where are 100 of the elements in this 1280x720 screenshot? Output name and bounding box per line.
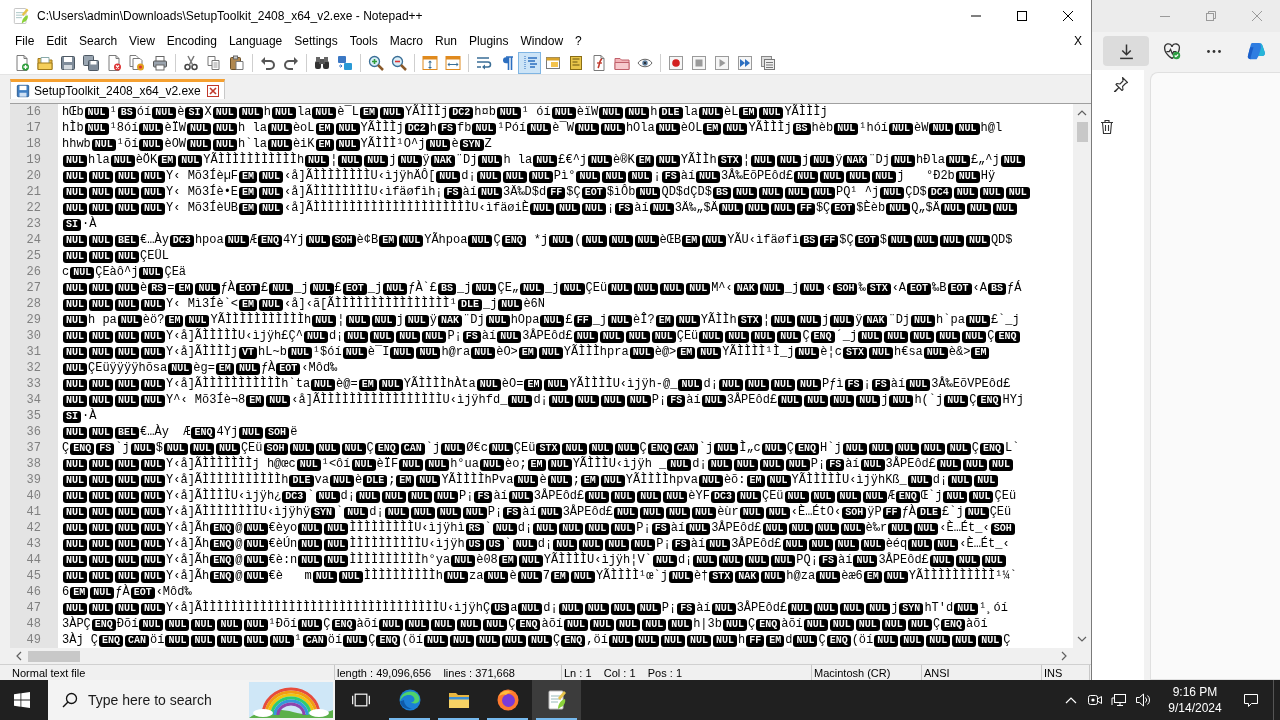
binoculars-icon	[313, 54, 330, 71]
search-icon	[62, 692, 78, 708]
close-icon[interactable]	[206, 84, 219, 97]
document-tab[interactable]: SetupToolkit_2408_x64_v2.exe	[10, 79, 225, 99]
code-line: NUL NUL NUL NUL Y‹å]ÃÌÌÌÌÌU‹ìjÿh£Ç^ NUL d¡ NUL NUL NUL NUL P¡ FS àí NUL 3ÅPEôd£ NUL NUL NUL NUL ÇEü NUL NUL NUL NUL Ç ENQ ´_j NUL NUL NUL NUL NUL Ç ENQ	[58, 328, 1073, 344]
menu-item[interactable]: Language	[222, 32, 289, 50]
zoom-out-icon	[390, 54, 407, 71]
line-number: 45	[25, 568, 42, 584]
code-line: SI ·À	[58, 216, 1073, 232]
fox-globe-icon	[495, 688, 520, 712]
menu-item[interactable]: Run	[429, 32, 464, 50]
replace-icon	[336, 54, 353, 71]
line-number: 47	[25, 600, 42, 616]
printer-icon	[151, 54, 168, 71]
redo-icon	[282, 54, 299, 71]
clock-time: 9:16 PM	[1172, 684, 1218, 700]
menu-item[interactable]: Settings	[288, 32, 344, 50]
menu-item[interactable]: Edit	[40, 32, 74, 50]
code-line: hhwb NUL ¹õí NUL èOW NUL NUL h`la NUL èiK EM NUL YÃÌÌÌ¹O^j NUL è SYN Z	[61, 136, 493, 152]
code-line: NUL NUL NUL NUL Y‹ Mì3Íè`< EM NUL ‹å]‹ã[ÃÌÌÌÌÌÌÌÌÌÌÌÌÌÌÌÌ¹ DLE _j NUL è6N	[58, 296, 1073, 312]
close-documents-icon	[128, 54, 145, 71]
line-number: 44	[25, 552, 42, 568]
search-box[interactable]: Type here to search	[48, 680, 335, 720]
code-line: NUL NUL BEL €…Ày Æ ENQ 4Yj NUL SOH ë	[58, 424, 1073, 440]
code-line: SI ·À	[58, 408, 1073, 424]
line-number: 46	[25, 584, 42, 600]
line-number: 19	[25, 152, 42, 168]
code-line: NUL NUL NUL NUL Y‹å]Ãh ENQ @ NUL €è m NUL NUL ÌÌÌÌÌÌÌÌÌÌh NUL za NUL è NUL 7 EM NUL YÃÌÌÌÌ¹œ`j NUL è† STX NAK NUL h@za NUL èæ6 EM NUL YÃÌÌÌÌÌÌÌÌÌÌ¹¼`	[58, 568, 1073, 584]
browser-toolbar-button[interactable]	[1103, 36, 1149, 66]
code-line: NUL NUL NUL NUL Y‹ Mõ3Íè•E EM NUL ‹å]ÃÌÌÌÌÌÌÌÌU‹ìfäøfìh¡ FS àí NUL 3Ä‰D$d FF $Ç EOT $ìÔb NUL QD$dÇD$ BS NUL NUL NUL NUL PQ¹ ^j NUL ÇD$ DC4 NUL NUL NUL	[58, 184, 1073, 200]
line-number: 23	[25, 216, 42, 232]
menu-item[interactable]: Window	[514, 32, 570, 50]
document-map-icon	[567, 54, 584, 71]
line-number: 38	[25, 456, 42, 472]
indent-guide-icon	[521, 54, 538, 71]
line-number: 37	[25, 440, 42, 456]
line-number: 31	[25, 344, 42, 360]
line-number: 24	[25, 232, 42, 248]
notification-icon[interactable]	[1243, 692, 1259, 708]
code-line: NUL NUL NUL NUL Y‹å]Ãh ENQ @ NUL €èyo NUL NUL ÌÌÌÌÌÌÌÌÌU‹ìjÿhì RS ` NUL d¡ NUL NUL NUL NUL P¡ FS àí NUL 3ÅPEôd£ NUL NUL NUL NUL è‰r NUL NUL ‹È…Ét_‹ SOH	[58, 520, 1073, 536]
menu-item[interactable]: Encoding	[160, 32, 223, 50]
line-number: 21	[25, 184, 42, 200]
line-number: 27	[25, 280, 42, 296]
menu-item[interactable]: Search	[73, 32, 124, 50]
windows-logo-icon	[14, 692, 30, 708]
record-icon	[667, 54, 684, 71]
taskbar-app[interactable]	[532, 680, 581, 720]
scroll-up-icon[interactable]	[1077, 110, 1087, 116]
trash-icon[interactable]	[1099, 119, 1115, 135]
line-number: 30	[25, 328, 42, 344]
code-line: c NUL ÇEàô^j NUL ÇEä	[61, 264, 188, 280]
language-window-icon	[544, 54, 561, 71]
code-line: Ç ENQ FS `j NUL $ NUL NUL NUL ÇEü SOH NUL NUL NUL Ç ENQ CAN `j NUL Ø€c NUL ÇEü STX NUL NUL NUL Ç ENQ CAN `j NUL Ì„c NUL Ç ENQ H`j NUL NUL NUL NUL NUL Ç ENQ L`	[61, 440, 1021, 456]
line-number: 20	[25, 168, 42, 184]
menu-item[interactable]: Macro	[383, 32, 429, 50]
notepad-icon	[11, 5, 31, 26]
code-line: NUL NUL NUL NUL Y^‹ Mõ3Íè¬8 EM NUL ‹å]ÃÌÌÌÌÌÌÌÌÌÌÌÌÌÌÌÌÌU‹ìjÿhfd_ NUL d¡ NUL NUL NUL NUL P¡ FS àí NUL 3ÅPEôd£ NUL NUL NUL NUL j NUL h(`j NUL Ç ENQ HYj	[58, 392, 1073, 408]
line-number: 35	[25, 408, 42, 424]
code-line: NUL NUL NUL NUL Y‹å]ÃÌÌÌÌÌÌÌÌÌÌÌh DLE va NUL è DLE ; EM NUL YÃÌÌÌÌhPva NUL è NUL ; EM NUL YÃÌÌÌÌhpva NUL èõ: EM NUL YÃÌÌÌÌÌU‹ìjÿhKß_ NUL d¡ NUL NUL	[58, 472, 1073, 488]
network-icon[interactable]	[1111, 692, 1127, 708]
word-wrap-icon	[475, 54, 492, 71]
line-number: 16	[25, 104, 42, 120]
browser-swirl-icon	[397, 688, 422, 712]
menu-item[interactable]: ?	[569, 32, 588, 50]
close-document-button[interactable]: X	[1071, 32, 1085, 50]
encoding-label: ANSI	[924, 666, 950, 679]
scroll-left-icon[interactable]	[16, 651, 22, 661]
code-line: NUL NUL NUL NUL Y‹å]ÃÌÌÌÌÌÌÌÌÌÌÌh`ta NUL è@= EM NUL YÃÌÌÌÌhÀta NUL èO= EM NUL YÃÌÌÌÌU‹ìjÿh-@_ NUL d¡ NUL NUL NUL NUL Pƒì FS ¡ FS àí NUL 3Å‰EõVPEôd£	[58, 376, 1073, 392]
speaker-icon[interactable]	[1135, 692, 1151, 708]
clipboard-icon	[228, 54, 245, 71]
scrollbar-thumb[interactable]	[28, 650, 80, 662]
search-field[interactable]: Type here to search	[88, 692, 238, 708]
code-line: NUL NUL NUL ÇEÜL	[58, 248, 1073, 264]
code-line: 3ÀPÇ ENQ Ðõí NUL NUL NUL NUL NUL ¹Ðõí NUL Ç ENQ àõí NUL NUL NUL NUL NUL Ç ENQ àõí NUL NUL NUL NUL NUL h|3b NUL Ç ENQ àõí NUL NUL NUL NUL NUL Ç ENQ àõí	[61, 616, 989, 632]
line-number: 36	[25, 424, 42, 440]
line-number: 34	[25, 392, 42, 408]
macro-list-icon	[759, 54, 776, 71]
heart-pulse-icon	[1163, 42, 1181, 60]
code-line: 3Àj Ç ENQ CAN öí NUL NUL NUL NUL NUL ¹ CAN öí NUL Ç ENQ (öí NUL NUL NUL NUL NUL Ç ENQ ,öí NUL NUL NUL NUL NUL h FF EM d NUL Ç ENQ (öí NUL NUL NUL NUL NUL Ç	[61, 632, 1012, 648]
scroll-right-icon[interactable]	[1061, 651, 1067, 661]
menu-item[interactable]: File	[9, 32, 41, 50]
menu-item[interactable]: View	[123, 32, 161, 50]
more-icon	[1207, 49, 1221, 53]
code-line: NUL NUL NUL NUL Y‹ Mõ3ÍèµF EM NUL ‹å]ÃÌÌÌÌÌÌÌÌU‹ìjÿhÄÔ[ NUL d¡ NUL NUL NUL Pì° NUL NUL NUL ¡ FS àí NUL 3Å‰EõPEôd£ NUL NUL NUL NUL j °Ð2b NUL Hÿ	[58, 168, 1073, 184]
scrollbar-thumb[interactable]	[1076, 122, 1088, 142]
clock[interactable]: 9:16 PM 9/14/2024	[1159, 684, 1231, 716]
pin-icon[interactable]	[1113, 76, 1129, 92]
menu-item[interactable]: Plugins	[463, 32, 515, 50]
scroll-down-icon[interactable]	[1077, 636, 1087, 642]
code-line: NUL NUL NUL NUL Y‹å]ÃÌÌÌÌÌÌÌj h@œc NUL ¹<ôí NUL èÏF NUL NUL h°ua NUL èo; EM NUL YÃÌÌÌU‹ìjÿh _ NUL d¡ NUL NUL NUL NUL P¡ FS àí NUL 3ÅPEôd£ NUL NUL NUL	[58, 456, 1073, 472]
code-line: NUL NUL NUL NUL Y‹ Mõ3ÍèUB EM NUL ‹å]ÃÌÌÌÌÌÌÌÌÌÌÌÌÌÌÌÌÌÌÌÌÌÌU‹ìfäøiÈ NUL NUL NUL ¡ FS àí NUL 3Ä‰„$Ä NUL NUL NUL FF $Ç EOT $Èèb NUL Q„$Ä NUL NUL NUL	[58, 200, 1073, 216]
play-icon	[713, 54, 730, 71]
close-icon	[1252, 11, 1262, 21]
code-line: NUL ÇEüÿÿÿÿhõsa NUL èg= EM NUL ƒÀ EOT ‹Môd‰	[58, 360, 1073, 376]
line-number: 39	[25, 472, 42, 488]
chevron-up-icon[interactable]	[1065, 696, 1077, 704]
menu-item[interactable]: Tools	[343, 32, 384, 50]
insert-mode-label: INS	[1044, 666, 1063, 679]
video-camera-icon[interactable]	[1087, 692, 1103, 708]
floppy-disks-icon	[82, 54, 99, 71]
